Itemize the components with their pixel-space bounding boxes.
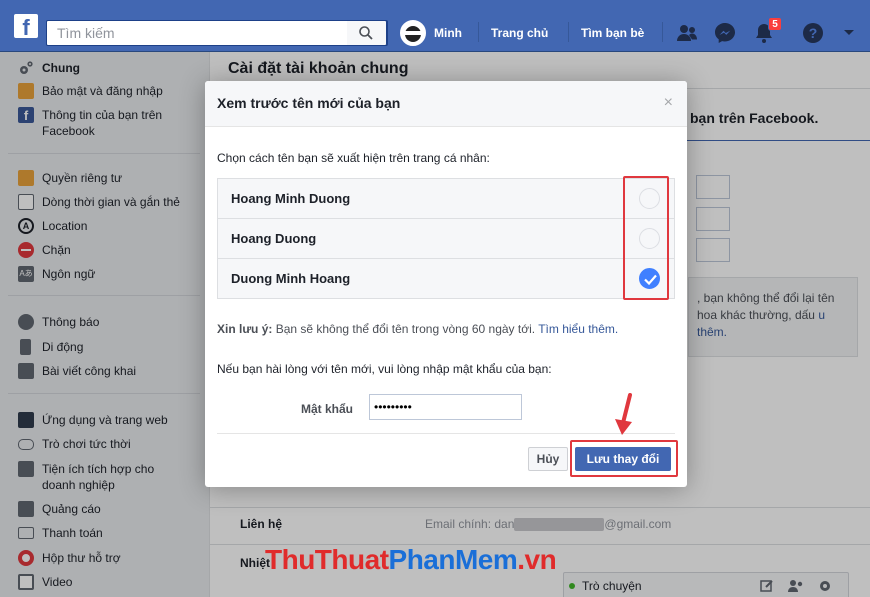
dialog-header: Xem trước tên mới của bạn × — [205, 81, 687, 127]
password-label: Mật khẩu — [301, 402, 354, 416]
divider — [217, 433, 675, 434]
messenger-icon[interactable] — [713, 21, 737, 45]
nav-divider — [662, 22, 663, 42]
top-navigation-bar: f Minh Trang chủ Tìm bạn bè 5 ? — [0, 0, 870, 52]
password-field[interactable] — [369, 394, 522, 420]
close-icon[interactable]: × — [664, 94, 673, 112]
password-prompt: Nếu bạn hài lòng với tên mới, vui lòng n… — [217, 362, 552, 376]
home-link[interactable]: Trang chủ — [491, 20, 548, 46]
nav-divider — [568, 22, 569, 42]
svg-text:?: ? — [809, 25, 818, 41]
facebook-logo[interactable]: f — [14, 14, 38, 38]
name-option[interactable]: Hoang Minh Duong — [218, 179, 674, 219]
red-arrow-icon — [615, 393, 632, 435]
learn-more-link[interactable]: Tìm hiểu thêm. — [538, 322, 618, 336]
chevron-down-icon[interactable] — [842, 27, 856, 39]
name-option-label: Duong Minh Hoang — [231, 271, 351, 286]
search-button[interactable] — [347, 20, 387, 46]
find-friends-link[interactable]: Tìm bạn bè — [581, 20, 644, 46]
help-icon[interactable]: ? — [801, 21, 825, 45]
profile-link[interactable]: Minh — [400, 20, 462, 46]
search-icon — [359, 26, 373, 40]
dialog-title: Xem trước tên mới của bạn — [217, 95, 401, 111]
note-bold: Xin lưu ý: — [217, 322, 273, 336]
highlight-box — [623, 176, 669, 300]
name-options-list: Hoang Minh Duong Hoang Duong Duong Minh … — [217, 178, 675, 299]
user-name: Minh — [434, 26, 462, 40]
note-text: Bạn sẽ không thể đổi tên trong vòng 60 n… — [272, 322, 539, 336]
watermark-part: PhanMem — [388, 544, 518, 575]
watermark-logo: ThuThuatPhanMem.vn — [265, 544, 557, 576]
name-display-prompt: Chọn cách tên bạn sẽ xuất hiện trên tran… — [217, 151, 490, 165]
change-limit-note: Xin lưu ý: Bạn sẽ không thể đổi tên tron… — [217, 322, 618, 336]
search-input[interactable] — [47, 21, 347, 45]
cancel-button[interactable]: Hủy — [528, 447, 568, 471]
friend-requests-icon[interactable] — [675, 21, 699, 45]
watermark-part: ThuThuat — [265, 544, 389, 575]
search-box — [46, 20, 388, 46]
name-option-label: Hoang Duong — [231, 231, 317, 246]
notifications-badge: 5 — [768, 17, 782, 31]
name-option-label: Hoang Minh Duong — [231, 191, 351, 206]
name-option[interactable]: Hoang Duong — [218, 219, 674, 259]
name-option[interactable]: Duong Minh Hoang — [218, 259, 674, 299]
highlight-box — [570, 440, 678, 477]
nav-divider — [478, 22, 479, 42]
watermark-part: .vn — [517, 544, 557, 575]
avatar — [400, 20, 426, 46]
